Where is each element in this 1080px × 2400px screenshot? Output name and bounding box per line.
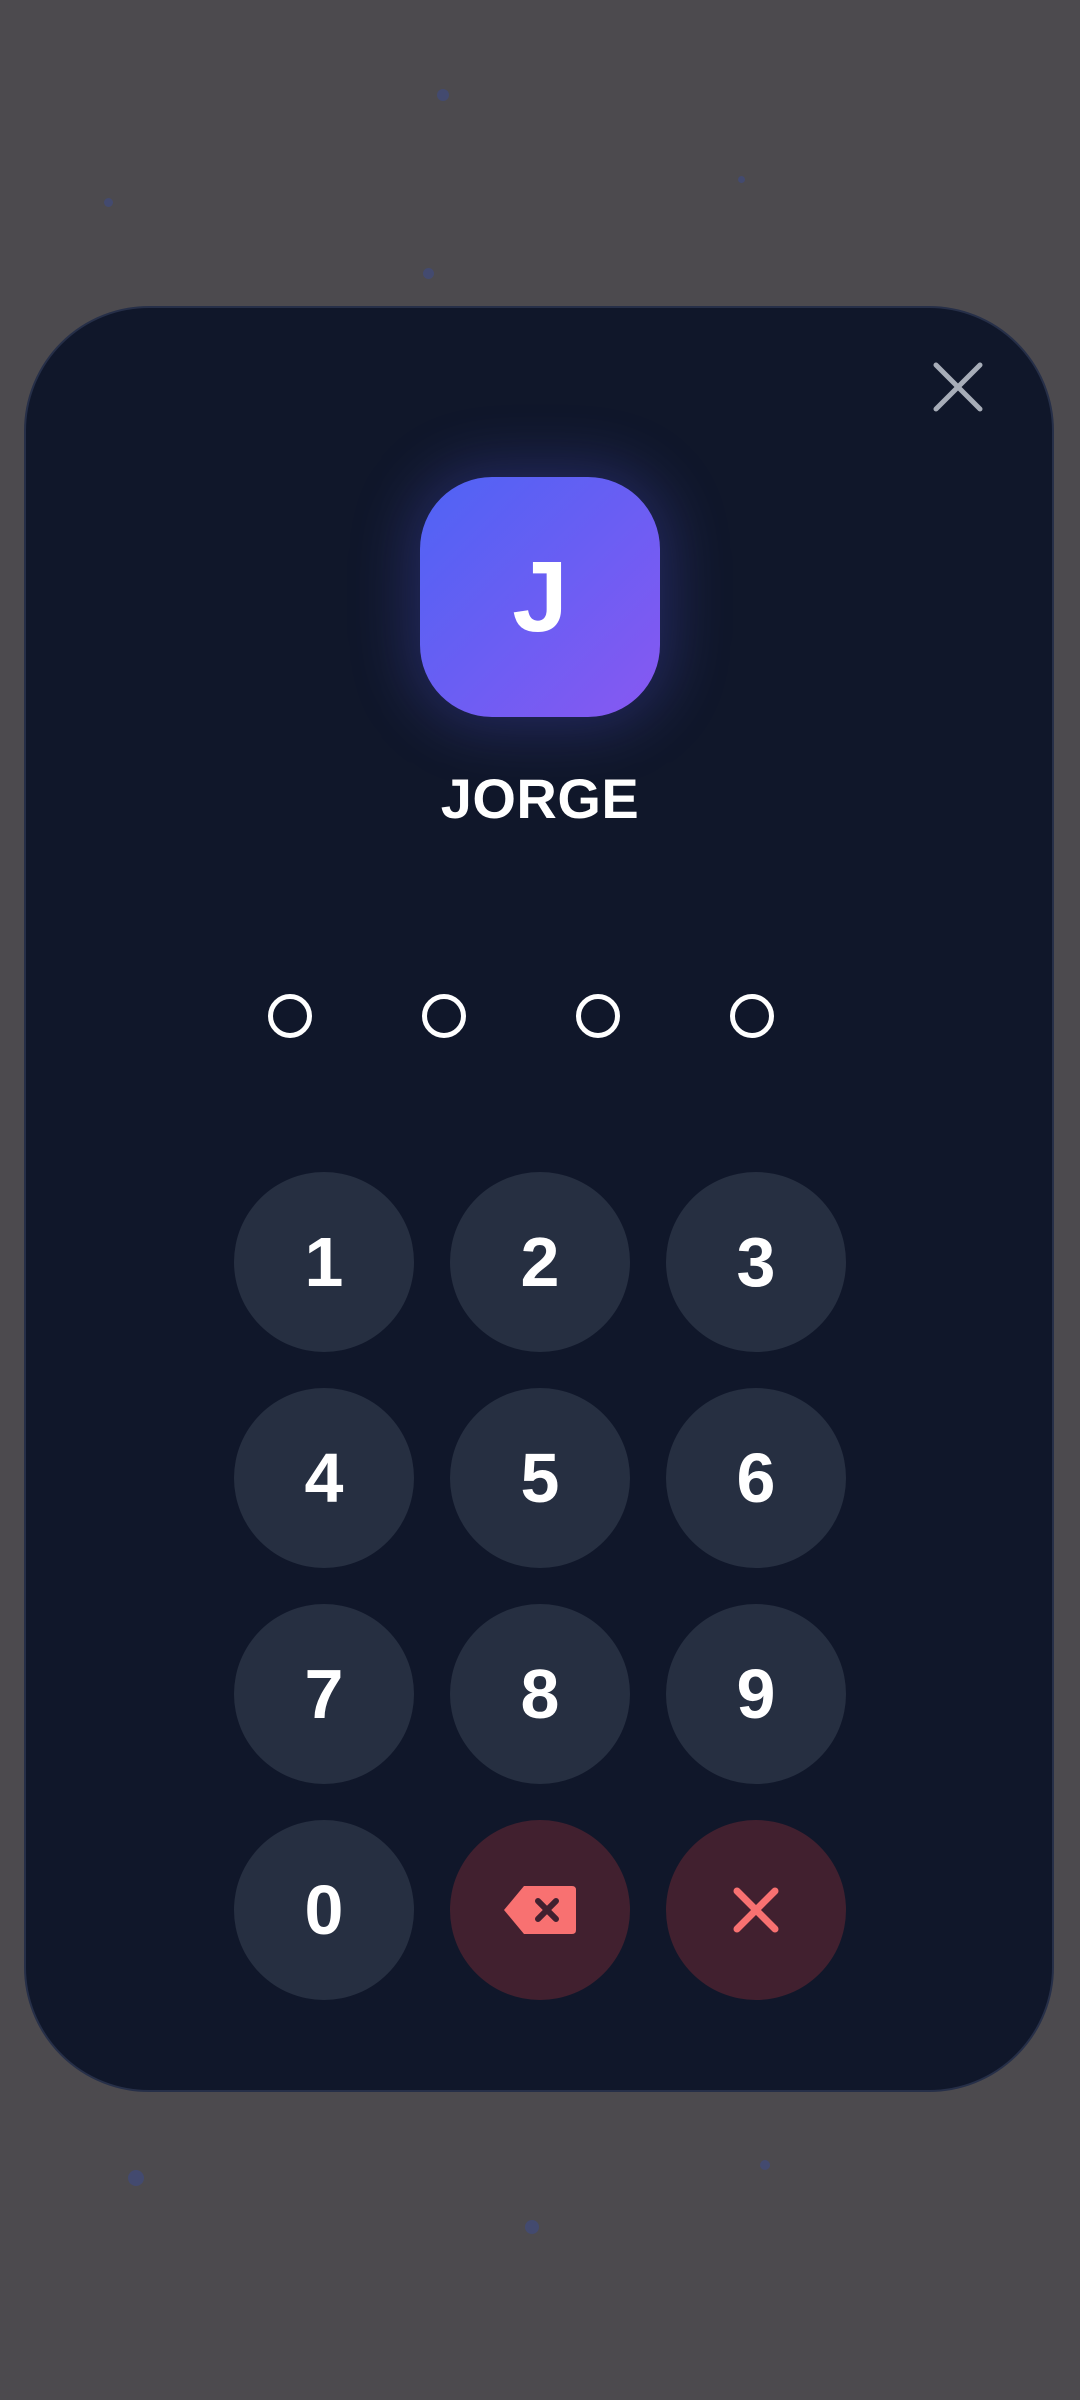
keypad-key-5[interactable]: 5 bbox=[450, 1388, 630, 1568]
background-particle bbox=[437, 89, 449, 101]
close-button[interactable] bbox=[912, 341, 1004, 433]
key-label: 9 bbox=[736, 1655, 776, 1733]
key-label: 2 bbox=[520, 1223, 560, 1301]
user-name: JORGE bbox=[440, 767, 640, 830]
background-particle bbox=[525, 2220, 539, 2234]
keypad-key-6[interactable]: 6 bbox=[666, 1388, 846, 1568]
close-icon bbox=[933, 362, 983, 412]
background-particle bbox=[760, 2160, 770, 2170]
avatar-initial: J bbox=[512, 540, 568, 653]
backspace-icon bbox=[504, 1886, 576, 1934]
pin-dot-empty bbox=[576, 994, 620, 1038]
keypad-key-7[interactable]: 7 bbox=[234, 1604, 414, 1784]
key-label: 6 bbox=[736, 1439, 776, 1517]
pin-dot-empty bbox=[268, 994, 312, 1038]
keypad-key-8[interactable]: 8 bbox=[450, 1604, 630, 1784]
key-label: 1 bbox=[304, 1223, 344, 1301]
pin-dot-empty bbox=[730, 994, 774, 1038]
background-particle bbox=[104, 198, 113, 207]
pin-indicator bbox=[268, 994, 778, 1038]
key-label: 4 bbox=[304, 1439, 344, 1517]
key-label: 3 bbox=[736, 1223, 776, 1301]
background-particle bbox=[738, 176, 745, 183]
user-avatar: J bbox=[420, 477, 660, 717]
keypad-key-2[interactable]: 2 bbox=[450, 1172, 630, 1352]
key-label: 8 bbox=[520, 1655, 560, 1733]
keypad-key-9[interactable]: 9 bbox=[666, 1604, 846, 1784]
key-label: 5 bbox=[520, 1439, 560, 1517]
key-label: 0 bbox=[304, 1871, 344, 1949]
key-label: 7 bbox=[304, 1655, 344, 1733]
pin-dot-empty bbox=[422, 994, 466, 1038]
x-icon bbox=[733, 1887, 779, 1933]
keypad-key-1[interactable]: 1 bbox=[234, 1172, 414, 1352]
keypad-key-3[interactable]: 3 bbox=[666, 1172, 846, 1352]
background-particle bbox=[423, 268, 434, 279]
keypad-key-0[interactable]: 0 bbox=[234, 1820, 414, 2000]
clear-button[interactable] bbox=[666, 1820, 846, 2000]
backspace-button[interactable] bbox=[450, 1820, 630, 2000]
background-particle bbox=[128, 2170, 144, 2186]
keypad-key-4[interactable]: 4 bbox=[234, 1388, 414, 1568]
